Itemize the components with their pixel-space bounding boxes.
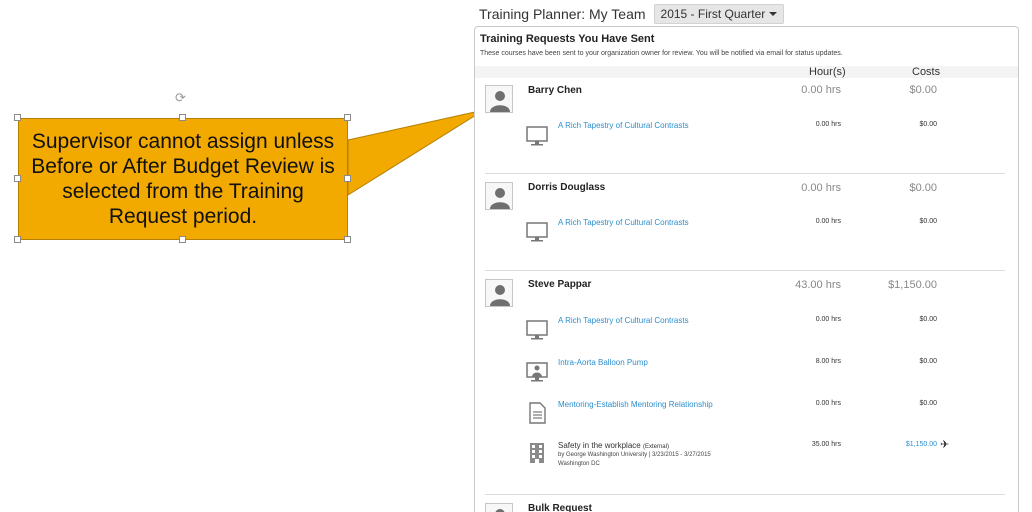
course-cost: $0.00	[919, 121, 937, 128]
person-cost: $1,150.00	[888, 279, 937, 291]
resize-handle[interactable]	[14, 175, 21, 182]
callout-text: Supervisor cannot assign unless Before o…	[31, 130, 335, 228]
course-link[interactable]: A Rich Tapestry of Cultural Contrasts	[558, 218, 689, 227]
callout-box[interactable]: Supervisor cannot assign unless Before o…	[18, 118, 348, 240]
chevron-down-icon	[769, 12, 778, 16]
person-name: Dorris Douglass	[528, 182, 606, 193]
presenter-icon	[526, 362, 548, 382]
person-name: Steve Pappar	[528, 279, 592, 290]
avatar	[485, 85, 513, 113]
course-cost: $0.00	[919, 400, 937, 407]
course-hours: 35.00 hrs	[811, 441, 841, 448]
person-icon	[490, 188, 510, 209]
page-header: Training Planner: My Team 2015 - First Q…	[479, 3, 785, 25]
person-name: Barry Chen	[528, 85, 582, 96]
course-hours: 0.00 hrs	[815, 218, 841, 225]
course-hours: 0.00 hrs	[815, 400, 841, 407]
avatar	[485, 503, 513, 512]
person-cost: $0.00	[909, 182, 937, 194]
avatar	[485, 279, 513, 307]
rotate-handle-icon[interactable]: ⟳	[175, 91, 186, 104]
person-icon	[495, 509, 505, 512]
resize-handle[interactable]	[14, 114, 21, 121]
period-value: 2015 - First Quarter	[660, 7, 766, 21]
external-tag: (External)	[642, 444, 669, 450]
building-icon	[530, 443, 544, 463]
course-link[interactable]: A Rich Tapestry of Cultural Contrasts	[558, 316, 689, 325]
course-title-text: Safety in the workplace	[558, 441, 641, 450]
person-cost: $0.00	[909, 84, 937, 96]
resize-handle[interactable]	[344, 236, 351, 243]
avatar	[485, 182, 513, 210]
course-cost-link[interactable]: $1,150.00	[887, 441, 937, 448]
row-divider	[485, 494, 1005, 495]
row-divider	[485, 173, 1005, 174]
monitor-icon	[526, 222, 548, 242]
course-cost: $0.00	[919, 358, 937, 365]
monitor-icon	[526, 126, 548, 146]
travel-plane-icon: ✈	[940, 439, 950, 451]
course-provider-dates: by George Washington University | 3/23/2…	[558, 452, 711, 458]
course-hours: 8.00 hrs	[815, 358, 841, 365]
column-header-hours: Hour(s)	[809, 66, 846, 78]
course-cost: $0.00	[919, 218, 937, 225]
course-cost: $0.00	[919, 316, 937, 323]
person-hours: 43.00 hrs	[795, 279, 841, 291]
panel-description: These courses have been sent to your org…	[480, 50, 843, 57]
monitor-icon	[526, 320, 548, 340]
page-title: Training Planner: My Team	[479, 6, 646, 22]
course-link[interactable]: A Rich Tapestry of Cultural Contrasts	[558, 121, 689, 130]
course-title: Safety in the workplace (External)	[558, 441, 669, 450]
resize-handle[interactable]	[179, 236, 186, 243]
person-icon	[490, 285, 510, 306]
course-location: Washington DC	[558, 461, 600, 467]
person-hours: 0.00 hrs	[801, 84, 841, 96]
course-hours: 0.00 hrs	[815, 121, 841, 128]
person-hours: 0.00 hrs	[801, 182, 841, 194]
resize-handle[interactable]	[14, 236, 21, 243]
person-name: Bulk Request	[528, 503, 592, 512]
period-dropdown[interactable]: 2015 - First Quarter	[653, 4, 785, 24]
course-link[interactable]: Intra-Aorta Balloon Pump	[558, 358, 648, 367]
document-icon	[529, 402, 546, 424]
requests-panel: Training Requests You Have Sent These co…	[474, 26, 1019, 512]
resize-handle[interactable]	[344, 114, 351, 121]
column-header-costs: Costs	[912, 66, 941, 78]
course-link[interactable]: Mentoring-Establish Mentoring Relationsh…	[558, 400, 713, 409]
resize-handle[interactable]	[179, 114, 186, 121]
row-divider	[485, 270, 1005, 271]
person-icon	[490, 91, 510, 112]
course-hours: 0.00 hrs	[815, 316, 841, 323]
panel-title: Training Requests You Have Sent	[480, 33, 655, 45]
resize-handle[interactable]	[344, 175, 351, 182]
